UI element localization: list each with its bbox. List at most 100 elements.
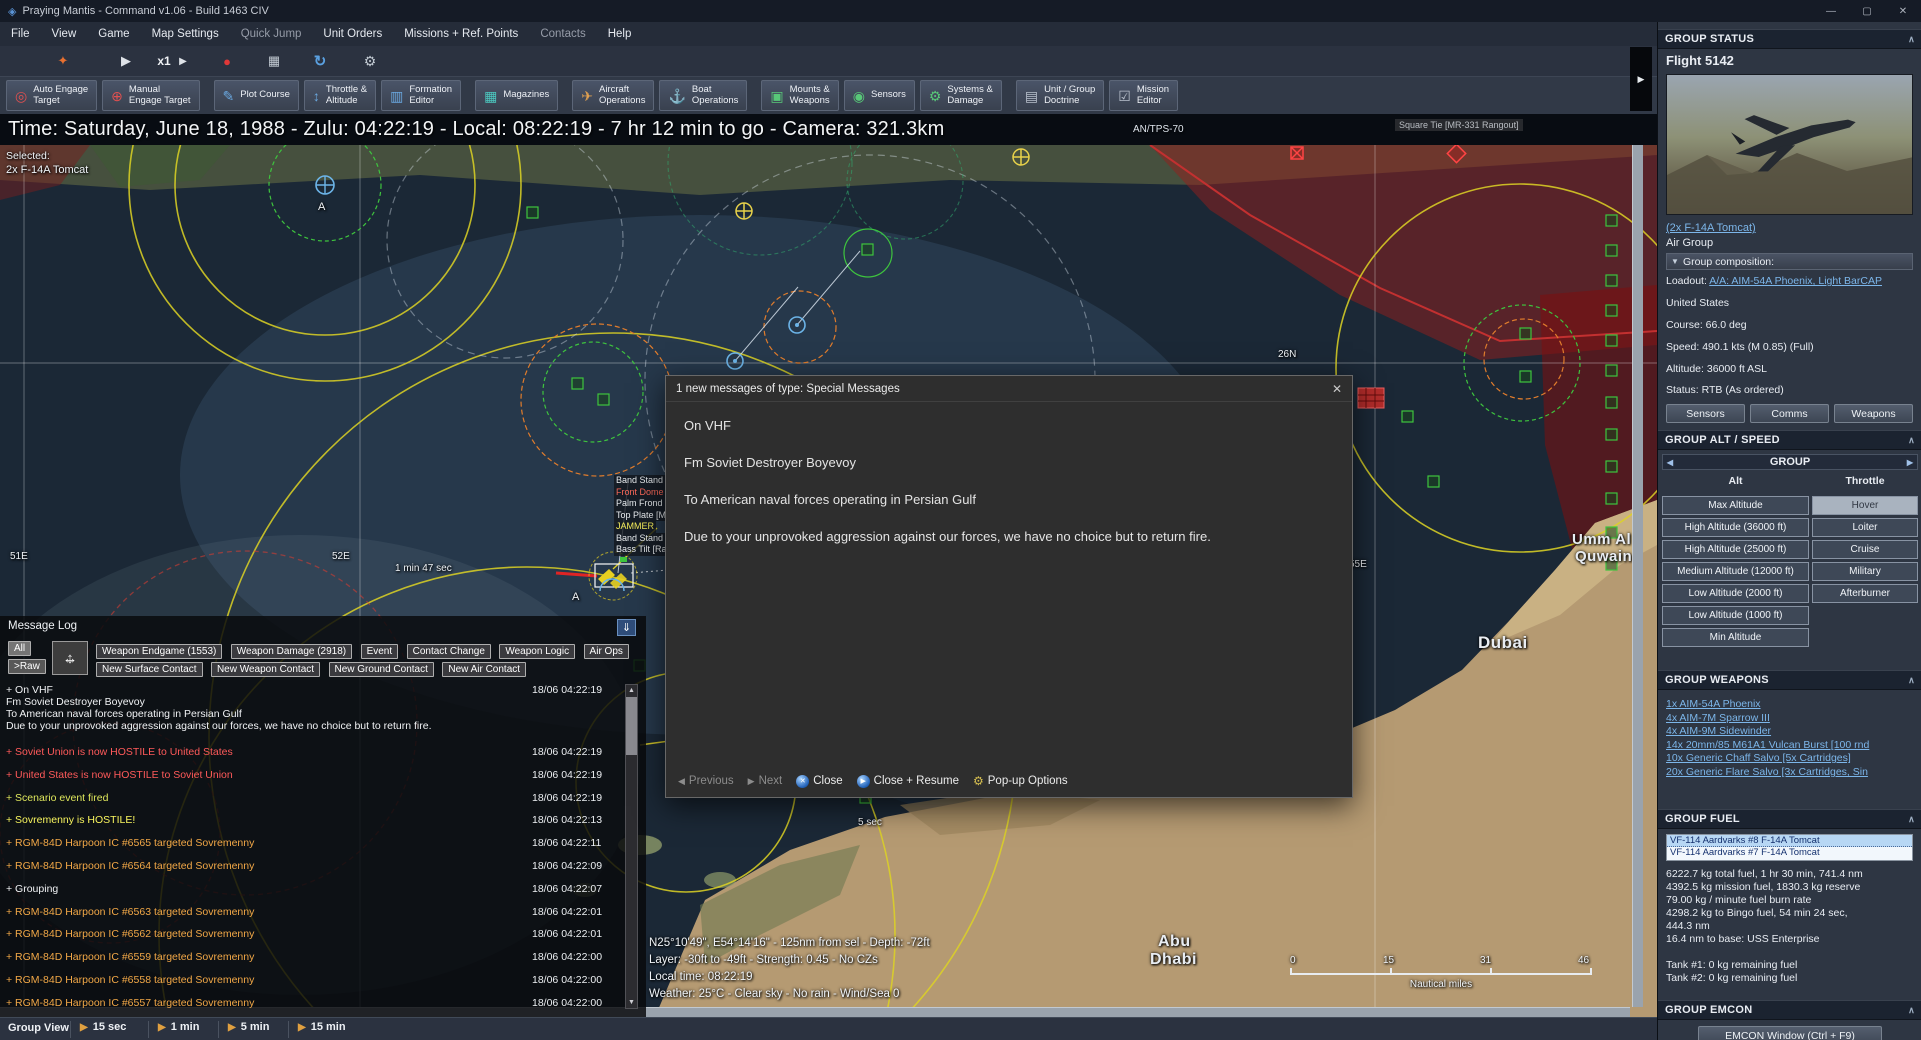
filter-chip-weapon-endgame[interactable]: Weapon Endgame (1553) — [96, 644, 223, 659]
menu-item-quick-jump[interactable]: Quick Jump — [230, 22, 313, 46]
ribbon-button-mounts-weapons[interactable]: ▣ Mounts & Weapons — [761, 80, 839, 111]
time-step-15sec[interactable]: ▶ 15 sec — [80, 1021, 126, 1033]
filter-chip-new-air-contact[interactable]: New Air Contact — [442, 662, 527, 677]
loadout-link[interactable]: A/A: AIM-54A Phoenix, Light BarCAP — [1709, 275, 1882, 287]
log-entry[interactable]: + Sovremenny is HOSTILE! 18/06 04:22:13 — [0, 808, 646, 831]
weapon-link[interactable]: 10x Generic Chaff Salvo [5x Cartridges] — [1666, 752, 1916, 764]
time-step-1min[interactable]: ▶ 1 min — [158, 1021, 199, 1033]
menu-item-file[interactable]: File — [0, 22, 41, 46]
gear-icon[interactable]: ⚙ — [358, 46, 382, 76]
list-item[interactable]: VF-114 Aardvarks #8 F-14A Tomcat — [1667, 835, 1912, 847]
ribbon-button-formation-editor[interactable]: ▥ Formation Editor — [381, 80, 462, 111]
log-entry[interactable]: + RGM-84D Harpoon IC #6564 targeted Sovr… — [0, 854, 646, 877]
maximize-button[interactable]: ▢ — [1849, 0, 1885, 22]
ribbon-button-manual-engage-target[interactable]: ⊕ Manual Engage Target — [102, 80, 200, 111]
filter-chip-new-surface-contact[interactable]: New Surface Contact — [96, 662, 203, 677]
close-resume-button[interactable]: ▶ Close + Resume — [856, 774, 959, 788]
filter-chip-raw[interactable]: >Raw — [8, 659, 46, 674]
close-icon[interactable]: ✕ — [1332, 382, 1342, 396]
log-entry[interactable]: + United States is now HOSTILE to Soviet… — [0, 763, 646, 786]
refresh-icon[interactable]: ↻ — [308, 46, 332, 76]
ribbon-button-systems-damage[interactable]: ⚙ Systems & Damage — [919, 80, 1002, 111]
filter-chip-event[interactable]: Event — [360, 644, 399, 659]
log-entry[interactable]: + RGM-84D Harpoon IC #6557 targeted Sovr… — [0, 991, 646, 1014]
group-fuel-header[interactable]: GROUP FUEL ∧ — [1658, 809, 1921, 829]
log-entry[interactable]: + On VHF Fm Soviet Destroyer Boyevoy To … — [0, 680, 646, 740]
close-message-button[interactable]: ✕ Close — [796, 774, 843, 788]
filter-chip-weapon-damage[interactable]: Weapon Damage (2918) — [230, 644, 353, 659]
log-entry[interactable]: + Scenario event fired 18/06 04:22:19 — [0, 786, 646, 809]
ribbon-button-unit-group-doctrine[interactable]: ▤ Unit / Group Doctrine — [1015, 80, 1105, 111]
log-entry[interactable]: + RGM-84D Harpoon IC #6562 targeted Sovr… — [0, 922, 646, 945]
minimize-button[interactable]: — — [1813, 0, 1849, 22]
menu-item-contacts[interactable]: Contacts — [529, 22, 596, 46]
menu-item-missions-ref-points[interactable]: Missions + Ref. Points — [393, 22, 529, 46]
scrollbar-thumb[interactable] — [626, 697, 637, 755]
record-button[interactable]: ● — [216, 46, 238, 76]
popup-options-button[interactable]: ⚙ Pop-up Options — [973, 774, 1068, 788]
throttle-preset-hover[interactable]: Hover — [1812, 496, 1918, 515]
map-vertical-scrollbar[interactable] — [1632, 145, 1643, 1007]
sensors-button[interactable]: Sensors — [1666, 404, 1745, 423]
log-scrollbar[interactable]: ▲ ▼ — [625, 684, 638, 1009]
weapon-link[interactable]: 1x AIM-54A Phoenix — [1666, 698, 1916, 710]
throttle-preset-military[interactable]: Military — [1812, 562, 1918, 581]
menu-item-game[interactable]: Game — [87, 22, 140, 46]
throttle-preset-cruise[interactable]: Cruise — [1812, 540, 1918, 559]
filter-chip-weapon-logic[interactable]: Weapon Logic — [499, 644, 576, 659]
altitude-preset-min[interactable]: Min Altitude — [1662, 628, 1809, 647]
log-entry[interactable]: + RGM-84D Harpoon IC #6563 targeted Sovr… — [0, 900, 646, 923]
scroll-down-icon[interactable]: ▼ — [626, 997, 637, 1008]
chevron-left-icon[interactable]: ◀ — [1663, 458, 1677, 467]
previous-button[interactable]: ◀ Previous — [678, 775, 734, 787]
close-button[interactable]: ✕ — [1885, 0, 1921, 22]
group-alt-speed-header[interactable]: GROUP ALT / SPEED ∧ — [1658, 430, 1921, 450]
weapon-link[interactable]: 14x 20mm/85 M61A1 Vulcan Burst [100 rnd — [1666, 739, 1916, 751]
group-composition-dropdown[interactable]: ▼ Group composition: — [1666, 253, 1913, 270]
weapon-link[interactable]: 20x Generic Flare Salvo [3x Cartridges, … — [1666, 766, 1916, 778]
group-status-header[interactable]: GROUP STATUS ∧ — [1658, 29, 1921, 49]
menu-item-map-settings[interactable]: Map Settings — [141, 22, 230, 46]
comms-button[interactable]: Comms — [1750, 404, 1829, 423]
ribbon-button-auto-engage-target[interactable]: ◎ Auto Engage Target — [6, 80, 98, 111]
filter-chip-contact-change[interactable]: Contact Change — [406, 644, 491, 659]
ribbon-button-boat-operations[interactable]: ⚓ Boat Operations — [659, 80, 748, 111]
weapon-link[interactable]: 4x AIM-9M Sidewinder — [1666, 725, 1916, 737]
chevron-right-icon[interactable]: ▶ — [1903, 458, 1917, 467]
ribbon-button-plot-course[interactable]: ✎ Plot Course — [213, 80, 299, 111]
fuel-aircraft-list[interactable]: VF-114 Aardvarks #8 F-14A Tomcat VF-114 … — [1666, 834, 1913, 861]
log-export-button[interactable]: ⇓ — [617, 619, 636, 636]
filter-chip-all[interactable]: All — [8, 641, 32, 656]
log-entry[interactable]: + RGM-84D Harpoon IC #6558 targeted Sovr… — [0, 968, 646, 991]
log-entry[interactable]: + RGM-84D Harpoon IC #6565 targeted Sovr… — [0, 831, 646, 854]
altitude-preset-low-1000[interactable]: Low Altitude (1000 ft) — [1662, 606, 1809, 625]
log-entry[interactable]: + RGM-84D Harpoon IC #6559 targeted Sovr… — [0, 945, 646, 968]
ribbon-button-sensors[interactable]: ◉ Sensors — [843, 80, 915, 111]
emcon-window-button[interactable]: EMCON Window (Ctrl + F9) — [1698, 1026, 1882, 1040]
time-step-15min[interactable]: ▶ 15 min — [298, 1021, 346, 1033]
throttle-preset-loiter[interactable]: Loiter — [1812, 518, 1918, 537]
log-move-button[interactable]: ↔ ↕ — [52, 641, 88, 675]
filter-chip-new-ground-contact[interactable]: New Ground Contact — [328, 662, 434, 677]
list-item[interactable]: VF-114 Aardvarks #7 F-14A Tomcat — [1667, 847, 1912, 859]
altitude-preset-medium[interactable]: Medium Altitude (12000 ft) — [1662, 562, 1809, 581]
weapons-button[interactable]: Weapons — [1834, 404, 1913, 423]
weapon-link[interactable]: 4x AIM-7M Sparrow III — [1666, 712, 1916, 724]
altitude-preset-high-25000[interactable]: High Altitude (25000 ft) — [1662, 540, 1809, 559]
unit-type-link[interactable]: (2x F-14A Tomcat) — [1666, 222, 1756, 234]
log-entry[interactable]: + Soviet Union is now HOSTILE to United … — [0, 740, 646, 763]
step-play-icon[interactable]: ▶ — [176, 46, 190, 76]
menu-item-unit-orders[interactable]: Unit Orders — [312, 22, 393, 46]
scroll-up-icon[interactable]: ▲ — [626, 685, 637, 696]
log-entry[interactable]: + Grouping 18/06 04:22:07 — [0, 877, 646, 900]
ribbon-button-aircraft-operations[interactable]: ✈ Aircraft Operations — [572, 80, 655, 111]
group-weapons-header[interactable]: GROUP WEAPONS ∧ — [1658, 670, 1921, 690]
next-button[interactable]: ▶ Next — [748, 775, 783, 787]
altitude-preset-high-36000[interactable]: High Altitude (36000 ft) — [1662, 518, 1809, 537]
play-button[interactable]: ▶ — [114, 46, 138, 76]
group-emcon-header[interactable]: GROUP EMCON ∧ — [1658, 1000, 1921, 1020]
menu-item-help[interactable]: Help — [597, 22, 643, 46]
filter-chip-air-ops[interactable]: Air Ops — [583, 644, 629, 659]
ribbon-button-mission-editor[interactable]: ☑ Mission Editor — [1109, 80, 1179, 111]
menu-item-view[interactable]: View — [41, 22, 88, 46]
